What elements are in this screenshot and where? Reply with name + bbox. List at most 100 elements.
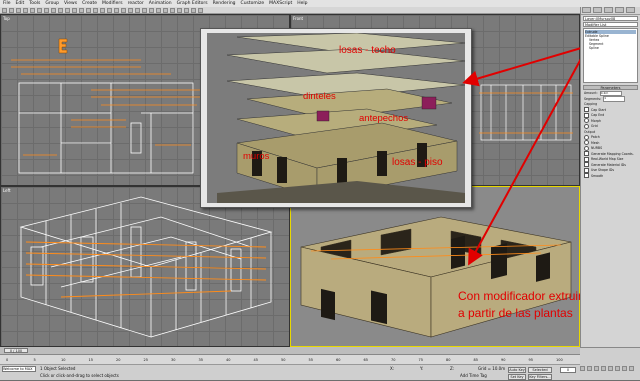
modifier-list-dropdown[interactable]: Modifier List <box>583 22 638 27</box>
track-bar[interactable]: 0 5 10 15 20 25 30 35 40 45 50 55 60 65 70 75 80 85 90 95 10… <box>0 355 580 365</box>
use-shape-ids-checkbox[interactable] <box>584 167 589 173</box>
scale-icon[interactable] <box>86 7 91 13</box>
viewport-perspective[interactable]: Perspective <box>290 186 580 347</box>
object-name-field[interactable]: Layer:0Mursov08 <box>583 16 638 21</box>
maxscript-listener[interactable]: Welcome to MAX <box>2 366 36 372</box>
bind-space-warp-icon[interactable] <box>30 7 35 13</box>
move-icon[interactable] <box>72 7 77 13</box>
link-icon[interactable] <box>16 7 21 13</box>
smooth-checkbox[interactable] <box>584 173 589 179</box>
gen-material-row[interactable]: Generate Material IDs <box>584 162 637 168</box>
menu-item-graph-editors[interactable]: Graph Editors <box>177 1 208 6</box>
mirror-icon[interactable] <box>149 7 154 13</box>
material-editor-icon[interactable] <box>184 7 189 13</box>
menu-item-edit[interactable]: Edit <box>16 1 25 6</box>
quick-render-icon[interactable] <box>198 7 203 13</box>
parameters-rollout-header[interactable]: Parameters <box>583 85 638 90</box>
menu-item-customize[interactable]: Customize <box>241 1 265 6</box>
gen-mapping-row[interactable]: Generate Mapping Coords. <box>584 151 637 157</box>
menu-item-create[interactable]: Create <box>82 1 97 6</box>
menu-item-file[interactable]: File <box>3 1 11 6</box>
undo-icon[interactable] <box>2 7 7 13</box>
snap-toggle-icon[interactable] <box>114 7 119 13</box>
set-key-button[interactable]: Set Key <box>508 374 526 380</box>
select-by-name-icon[interactable] <box>51 7 56 13</box>
rectangular-region-icon[interactable] <box>58 7 63 13</box>
schematic-view-icon[interactable] <box>177 7 182 13</box>
unlink-icon[interactable] <box>23 7 28 13</box>
display-tab-icon[interactable] <box>626 7 635 13</box>
menu-item-animation[interactable]: Animation <box>149 1 172 6</box>
z-coord-label: Z: <box>450 366 455 371</box>
menu-item-views[interactable]: Views <box>64 1 77 6</box>
time-slider-thumb[interactable]: 0 / 100 <box>4 348 28 353</box>
redo-icon[interactable] <box>9 7 14 13</box>
select-object-icon[interactable] <box>44 7 49 13</box>
menu-item-rendering[interactable]: Rendering <box>213 1 236 6</box>
segments-spinner[interactable]: 1 <box>603 96 626 102</box>
menu-item-maxscript[interactable]: MAXScript <box>269 1 292 6</box>
pivot-icon[interactable] <box>100 7 105 13</box>
add-time-tag[interactable]: Add Time Tag <box>460 373 487 378</box>
menu-item-group[interactable]: Group <box>45 1 59 6</box>
real-world-checkbox[interactable] <box>584 156 589 162</box>
patch-row[interactable]: Patch <box>584 134 637 140</box>
cap-start-label: Cap Start <box>591 107 607 112</box>
cap-start-checkbox[interactable] <box>584 107 589 113</box>
manipulate-icon[interactable] <box>107 7 112 13</box>
menu-item-reactor[interactable]: reactor <box>128 1 144 6</box>
modify-tab-icon[interactable] <box>593 7 602 13</box>
cap-end-checkbox[interactable] <box>584 112 589 118</box>
zoom-extents-all-icon[interactable] <box>601 366 606 371</box>
curve-editor-icon[interactable] <box>170 7 175 13</box>
morph-row[interactable]: Morph <box>584 118 637 124</box>
patch-radio[interactable] <box>584 134 589 140</box>
maximize-viewport-icon[interactable] <box>629 366 634 371</box>
pan-icon[interactable] <box>615 366 620 371</box>
modifier-stack[interactable]: Extrude Editable Spline Vertex Segment S… <box>583 28 638 83</box>
current-frame-field[interactable]: 0 <box>560 367 576 373</box>
auto-key-button[interactable]: Auto Key <box>508 367 526 373</box>
stack-item-spline[interactable]: Spline <box>585 46 636 50</box>
hierarchy-tab-icon[interactable] <box>604 7 613 13</box>
field-of-view-icon[interactable] <box>608 366 613 371</box>
named-selection-icon[interactable] <box>142 7 147 13</box>
viewport-left[interactable]: Left <box>0 186 290 347</box>
arc-rotate-icon[interactable] <box>622 366 627 371</box>
zoom-all-icon[interactable] <box>587 366 592 371</box>
selected-dropdown[interactable]: Selected <box>528 367 552 373</box>
zoom-extents-icon[interactable] <box>594 366 599 371</box>
cap-end-row[interactable]: Cap End <box>584 112 637 118</box>
layer-manager-icon[interactable] <box>163 7 168 13</box>
mesh-radio[interactable] <box>584 140 589 146</box>
cap-start-row[interactable]: Cap Start <box>584 107 637 113</box>
menu-item-tools[interactable]: Tools <box>29 1 40 6</box>
nurbs-radio[interactable] <box>584 145 589 151</box>
zoom-icon[interactable] <box>580 366 585 371</box>
key-filters-button[interactable]: Key Filters... <box>528 374 552 380</box>
menu-item-help[interactable]: Help <box>297 1 307 6</box>
use-shape-ids-row[interactable]: Use Shape IDs <box>584 167 637 173</box>
percent-snap-icon[interactable] <box>128 7 133 13</box>
gen-material-checkbox[interactable] <box>584 162 589 168</box>
render-scene-icon[interactable] <box>191 7 196 13</box>
time-slider-track[interactable]: 0 / 100 <box>0 347 580 355</box>
real-world-row[interactable]: Real-World Map Size <box>584 156 637 162</box>
nurbs-row[interactable]: NURBS <box>584 145 637 151</box>
window-crossing-icon[interactable] <box>65 7 70 13</box>
angle-snap-icon[interactable] <box>121 7 126 13</box>
selection-filter-icon[interactable] <box>37 7 42 13</box>
smooth-row[interactable]: Smooth <box>584 173 637 179</box>
align-icon[interactable] <box>156 7 161 13</box>
grid-radio[interactable] <box>584 123 589 129</box>
reference-coords-icon[interactable] <box>93 7 98 13</box>
morph-radio[interactable] <box>584 118 589 124</box>
motion-tab-icon[interactable] <box>615 7 624 13</box>
menu-item-modifiers[interactable]: Modifiers <box>102 1 123 6</box>
mesh-row[interactable]: Mesh <box>584 140 637 146</box>
spinner-snap-icon[interactable] <box>135 7 140 13</box>
grid-row[interactable]: Grid <box>584 123 637 129</box>
create-tab-icon[interactable] <box>582 7 591 13</box>
rotate-icon[interactable] <box>79 7 84 13</box>
gen-mapping-checkbox[interactable] <box>584 151 589 157</box>
